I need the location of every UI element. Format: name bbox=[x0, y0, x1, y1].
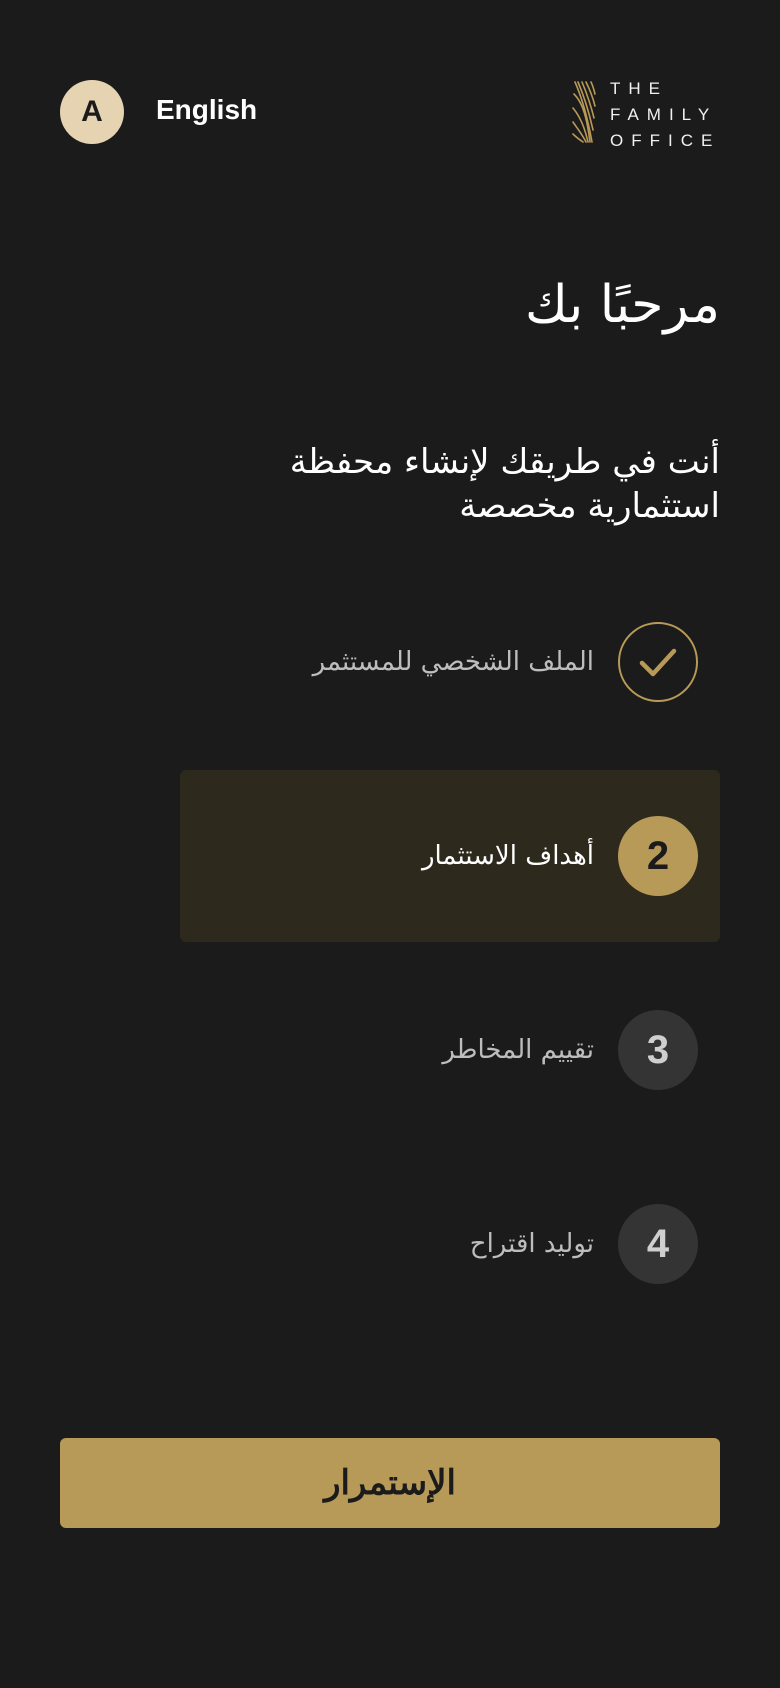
logo-wordmark: THE FAMILY OFFICE bbox=[610, 76, 722, 154]
step-investor-profile[interactable]: الملف الشخصي للمستثمر bbox=[180, 576, 720, 748]
checkmark-icon bbox=[639, 648, 677, 677]
language-avatar[interactable]: A bbox=[60, 80, 124, 144]
step-label: تقييم المخاطر bbox=[442, 1035, 594, 1065]
step-generate-proposal[interactable]: 4 توليد اقتراح bbox=[180, 1158, 720, 1330]
language-toggle-label[interactable]: English bbox=[156, 92, 257, 128]
palm-leaf-logo-icon bbox=[572, 81, 596, 143]
step-label: الملف الشخصي للمستثمر bbox=[312, 647, 594, 677]
step-status-circle bbox=[618, 622, 698, 702]
step-number-circle: 4 bbox=[618, 1204, 698, 1284]
logo-line-office: OFFICE bbox=[610, 131, 721, 150]
step-number: 2 bbox=[646, 833, 670, 878]
family-office-logo: THE FAMILY OFFICE bbox=[572, 76, 722, 150]
continue-button[interactable]: الإستمرار bbox=[60, 1438, 720, 1528]
step-investment-goals[interactable]: 2 أهداف الاستثمار bbox=[180, 770, 720, 942]
page-subtitle: أنت في طريقك لإنشاء محفظة استثمارية مخصص… bbox=[289, 442, 720, 526]
step-number: 4 bbox=[646, 1221, 670, 1266]
logo-line-family: FAMILY bbox=[610, 105, 718, 124]
avatar-letter: A bbox=[81, 95, 103, 128]
step-label: توليد اقتراح bbox=[469, 1229, 594, 1259]
step-number-circle: 3 bbox=[618, 1010, 698, 1090]
page-title: مرحبًا بك bbox=[524, 275, 720, 335]
step-number-circle: 2 bbox=[618, 816, 698, 896]
step-risk-assessment[interactable]: 3 تقييم المخاطر bbox=[180, 964, 720, 1136]
logo-line-the: THE bbox=[610, 79, 668, 98]
step-label: أهداف الاستثمار bbox=[421, 841, 594, 871]
step-number: 3 bbox=[646, 1027, 670, 1072]
